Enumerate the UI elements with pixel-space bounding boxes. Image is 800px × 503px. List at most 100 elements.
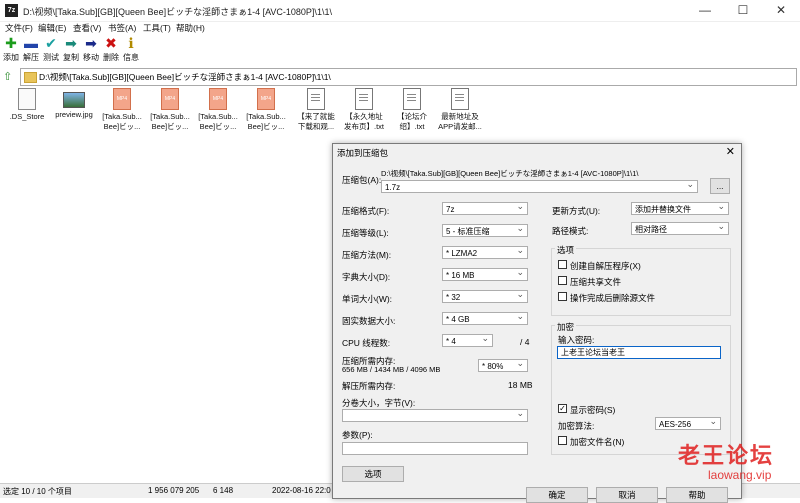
file-item[interactable]: 【论坛介 绍】.txt [388,88,436,132]
enc-method-combo[interactable]: AES-256 [655,417,721,430]
help-button[interactable]: 帮助 [666,487,728,503]
toolbar-move-button[interactable]: ➡ 移动 [80,35,102,65]
browse-button[interactable]: ... [710,178,730,194]
file-item[interactable]: 最新地址及 APP请发邮... [436,88,484,132]
toolbar: ✚ 添加 ▬ 解压 ✔ 测试 ➡ 复制 ➡ 移动 ✖ 删除 ℹ 信息 [0,35,800,65]
file-name-line2: 绍】.txt [399,122,425,131]
file-item[interactable]: MP4 [Taka.Sub... Bee]ビッ... [242,88,290,132]
cpu-total: / 4 [520,337,530,347]
path-label: 路径模式: [552,226,589,236]
format-combo[interactable]: 7z [442,202,528,215]
extract-icon: ▬ [24,35,38,51]
minimize-button[interactable]: — [686,0,724,21]
status-packed: 6 148 [213,486,234,495]
toolbar-label: 信息 [123,53,139,62]
text-file-icon [355,88,373,110]
file-item[interactable]: 【来了就能 下载和观... [292,88,340,132]
dict-combo[interactable]: * 16 MB [442,268,528,281]
cpu-combo[interactable]: * 4 [442,334,493,347]
toolbar-extract-button[interactable]: ▬ 解压 [20,35,42,65]
level-label: 压缩等级(L): [342,228,389,238]
info-icon: ℹ [128,35,134,51]
status-size: 1 956 079 205 [148,486,200,495]
mem-comp-combo[interactable]: * 80% [478,359,528,372]
app-icon: 7z [5,4,18,17]
update-combo[interactable]: 添加并替换文件 [631,202,729,215]
toolbar-label: 添加 [3,53,19,62]
shared-checkbox[interactable] [558,276,567,285]
menu-tools[interactable]: 工具(T) [143,22,171,34]
file-name: 【永久地址 [345,112,383,121]
word-combo[interactable]: * 32 [442,290,528,303]
password-input[interactable]: 上老王论坛当老王 [557,346,721,359]
menu-view[interactable]: 查看(V) [73,22,101,34]
file-name-line2: Bee]ビッ... [199,122,237,131]
solid-combo[interactable]: * 4 GB [442,312,528,325]
encrypt-group-title: 加密 [555,321,577,333]
file-item[interactable]: MP4 [Taka.Sub... Bee]ビッ... [194,88,242,132]
toolbar-add-button[interactable]: ✚ 添加 [0,35,22,65]
toolbar-delete-button[interactable]: ✖ 删除 [100,35,122,65]
delete-after-checkbox[interactable] [558,292,567,301]
file-name: 【来了就能 [297,112,335,121]
watermark-url: laowang.vip [708,468,772,482]
params-input[interactable] [342,442,528,455]
menu-edit[interactable]: 编辑(E) [38,22,66,34]
file-name: .DS_Store [9,112,45,121]
menu-file[interactable]: 文件(F) [5,22,33,34]
split-label: 分卷大小，字节(V): [342,398,416,408]
params-label: 参数(P): [342,430,373,440]
ok-button[interactable]: 确定 [526,487,588,503]
text-file-icon [451,88,469,110]
toolbar-info-button[interactable]: ℹ 信息 [120,35,142,65]
method-label: 压缩方法(M): [342,250,392,260]
file-item[interactable]: MP4 [Taka.Sub... Bee]ビッ... [146,88,194,132]
dialog-title: 添加到压缩包 [337,148,389,158]
delete-icon: ✖ [105,35,117,51]
toolbar-label: 复制 [63,53,79,62]
mem-comp-detail: 656 MB / 1434 MB / 4096 MB [342,365,441,374]
archive-name-combo[interactable]: 1.7z [381,180,698,193]
sfx-checkbox[interactable] [558,260,567,269]
solid-label: 固实数据大小: [342,316,396,326]
file-item[interactable]: preview.jpg [50,88,98,120]
file-name: [Taka.Sub... [102,112,142,121]
dialog-close-button[interactable]: ✕ [726,145,735,158]
path-combo[interactable]: 相对路径 [631,222,729,235]
file-icon [18,88,36,110]
show-password-checkbox[interactable]: ✓ [558,404,567,413]
show-password-label: 显示密码(S) [570,405,616,415]
maximize-button[interactable]: ☐ [724,0,762,21]
menu-bookmarks[interactable]: 书签(A) [108,22,136,34]
file-item[interactable]: .DS_Store [3,88,51,122]
cancel-button[interactable]: 取消 [596,487,658,503]
watermark-text: 老王论坛 [678,443,775,468]
shared-label: 压缩共享文件 [570,277,622,287]
toolbar-copy-button[interactable]: ➡ 复制 [60,35,82,65]
encrypt-names-checkbox[interactable] [558,436,567,445]
status-date: 2022-08-16 22:0 [272,486,331,495]
toolbar-test-button[interactable]: ✔ 测试 [40,35,62,65]
toolbar-label: 测试 [43,53,59,62]
close-button[interactable]: ✕ [762,0,800,21]
copy-icon: ➡ [65,35,77,51]
file-name: [Taka.Sub... [198,112,238,121]
format-label: 压缩格式(F): [342,206,390,216]
up-folder-icon[interactable]: ⇧ [3,70,12,83]
address-bar[interactable]: D:\视频\[Taka.Sub][GB][Queen Bee]ビッチな淫師さまぁ… [20,68,797,86]
options-button[interactable]: 选项 [342,466,404,482]
toolbar-label: 移动 [83,53,99,62]
file-item[interactable]: 【永久地址 发布页】.txt [340,88,388,132]
method-combo[interactable]: * LZMA2 [442,246,528,259]
password-label: 输入密码: [558,335,595,345]
split-combo[interactable] [342,409,528,422]
menu-bar: 文件(F) 编辑(E) 查看(V) 书签(A) 工具(T) 帮助(H) [0,21,800,35]
file-name-line2: Bee]ビッ... [247,122,285,131]
file-name-line2: APP请发邮... [438,122,482,131]
file-name-line2: 发布页】.txt [343,122,384,131]
test-icon: ✔ [45,35,57,51]
menu-help[interactable]: 帮助(H) [176,22,205,34]
level-combo[interactable]: 5 - 标准压缩 [442,224,528,237]
video-file-icon: MP4 [161,88,179,110]
file-item[interactable]: MP4 [Taka.Sub... Bee]ビッ... [98,88,146,132]
